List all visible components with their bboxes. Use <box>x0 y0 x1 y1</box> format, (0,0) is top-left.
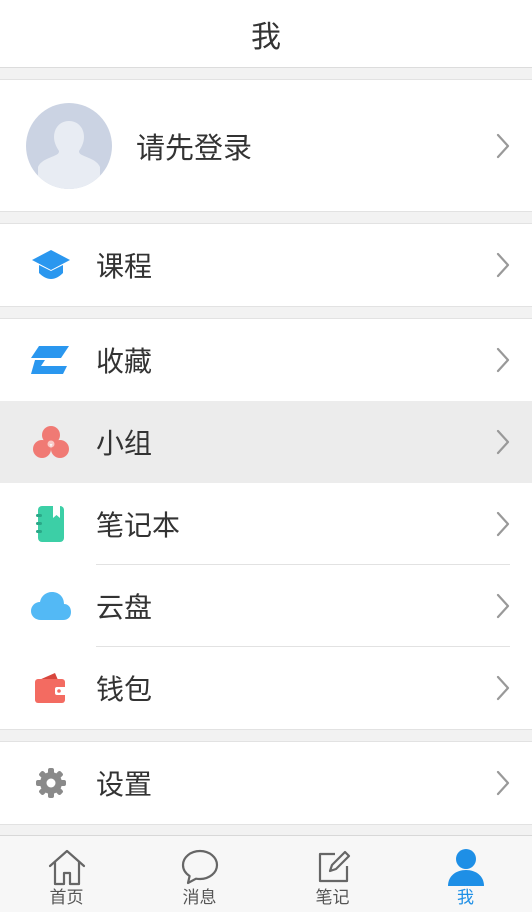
menu-item-notebook[interactable]: 笔记本 <box>0 483 532 565</box>
main-menu-section: 收藏 小组 笔记本 云盘 钱包 <box>0 318 532 730</box>
menu-item-label: 收藏 <box>96 345 153 378</box>
menu-item-settings[interactable]: 设置 <box>0 742 532 824</box>
page-title: 我 <box>251 19 281 55</box>
chevron-right-icon <box>496 133 510 158</box>
menu-item-label: 钱包 <box>96 673 153 706</box>
avatar <box>26 102 112 189</box>
notebook-icon <box>31 504 71 544</box>
courses-section: 课程 <box>0 223 532 307</box>
chevron-right-icon <box>496 347 510 373</box>
tab-messages[interactable]: 消息 <box>133 836 266 912</box>
tab-label: 消息 <box>182 888 217 908</box>
wallet-icon <box>31 668 71 708</box>
cloud-icon <box>31 586 71 626</box>
bottom-tab-bar: 首页 消息 笔记 我 <box>0 835 532 912</box>
app-screen: 我 请先登录 课程 收藏 小组 笔记本 云盘 钱包 设置 首页 消息 笔记 我 <box>0 0 532 912</box>
settings-section: 设置 <box>0 741 532 825</box>
tab-label: 首页 <box>49 888 84 908</box>
stacked-layers-icon <box>31 340 71 380</box>
user-icon <box>446 847 486 887</box>
menu-item-label: 笔记本 <box>96 509 181 542</box>
gear-icon <box>31 763 71 803</box>
menu-item-favorites[interactable]: 收藏 <box>0 319 532 401</box>
top-bar: 我 <box>0 0 532 68</box>
chevron-right-icon <box>496 593 510 619</box>
tab-me[interactable]: 我 <box>399 836 532 912</box>
menu-item-groups[interactable]: 小组 <box>0 401 532 483</box>
user-silhouette-icon <box>38 120 100 189</box>
tab-home[interactable]: 首页 <box>0 836 133 912</box>
menu-item-label: 小组 <box>96 427 153 460</box>
tab-notes[interactable]: 笔记 <box>266 836 399 912</box>
edit-note-icon <box>313 847 353 887</box>
menu-item-cloud[interactable]: 云盘 <box>0 565 532 647</box>
chevron-right-icon <box>496 675 510 701</box>
tab-label: 我 <box>457 888 474 908</box>
tab-label: 笔记 <box>315 888 350 908</box>
chevron-right-icon <box>496 511 510 537</box>
chevron-right-icon <box>496 770 510 796</box>
three-circles-icon <box>31 422 71 462</box>
menu-item-label: 课程 <box>96 250 153 283</box>
chevron-right-icon <box>496 429 510 455</box>
login-prompt: 请先登录 <box>136 130 253 165</box>
home-icon <box>47 847 87 887</box>
graduation-cap-icon <box>31 245 71 285</box>
menu-item-wallet[interactable]: 钱包 <box>0 647 532 729</box>
chat-bubble-icon <box>180 847 220 887</box>
chevron-right-icon <box>496 252 510 278</box>
menu-item-courses[interactable]: 课程 <box>0 224 532 306</box>
menu-item-label: 设置 <box>96 768 153 801</box>
profile-login-row[interactable]: 请先登录 <box>0 79 532 212</box>
menu-item-label: 云盘 <box>96 591 153 624</box>
